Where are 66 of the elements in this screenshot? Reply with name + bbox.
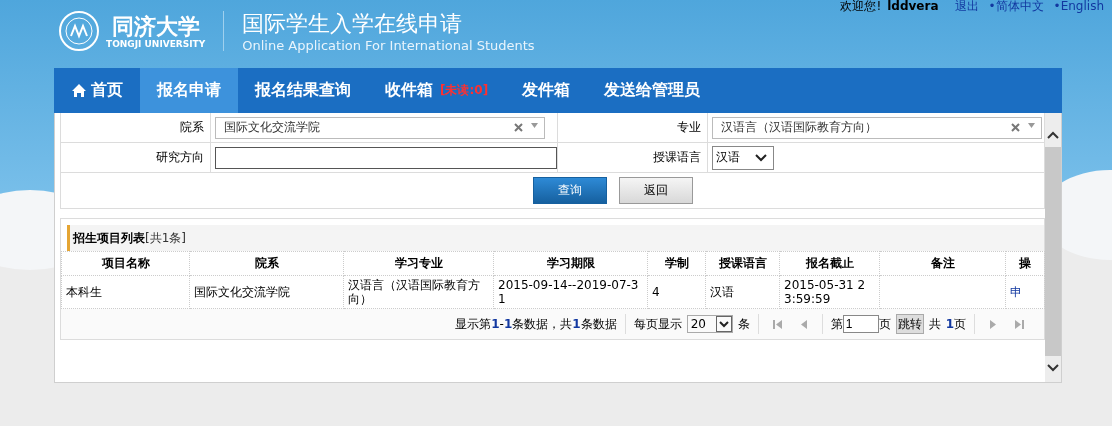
unread-count: [未读:0] — [440, 82, 489, 99]
column-header: 项目名称 — [61, 251, 190, 276]
table-cell: 2015-09-14--2019-07-31 — [493, 275, 648, 309]
nav-tab[interactable]: 收件箱 [未读:0] — [368, 68, 506, 113]
scroll-up-icon[interactable] — [1047, 131, 1059, 139]
chevron-down-icon[interactable] — [755, 153, 767, 162]
scrollbar[interactable] — [1045, 113, 1061, 382]
table-cell: 汉语言（汉语国际教育方向） — [343, 275, 494, 309]
table-cell: 国际文化交流学院 — [189, 275, 344, 309]
list-count: [共1条] — [145, 229, 186, 247]
column-header: 学习专业 — [343, 251, 494, 276]
column-header: 报名截止 — [779, 251, 880, 276]
field-label: 专业 — [558, 113, 708, 142]
nav-tab[interactable]: 发件箱 — [505, 68, 588, 113]
page-suffix: 页 — [878, 315, 891, 333]
department-select[interactable]: 国际文化交流学院 — [215, 116, 545, 139]
search-button[interactable]: 查询 — [532, 177, 607, 204]
university-emblem-icon — [58, 10, 100, 52]
chevron-down-icon[interactable] — [718, 320, 729, 328]
total-prefix: 共 — [928, 315, 941, 333]
column-header: 授课语言 — [705, 251, 780, 276]
per-page-unit: 条 — [737, 315, 750, 333]
field-label: 研究方向 — [61, 143, 211, 172]
table-cell: 本科生 — [61, 275, 190, 309]
nav-tab[interactable]: 发送给管理员 — [587, 68, 718, 113]
university-name: 同济大学 — [111, 13, 200, 39]
major-select[interactable]: 汉语言（汉语国际教育方向） — [712, 116, 1042, 139]
clear-icon[interactable] — [514, 123, 523, 132]
header-link[interactable]: 退出 — [954, 0, 979, 13]
column-header: 学制 — [647, 251, 706, 276]
page-prefix: 第 — [830, 315, 843, 333]
site-title: 国际学生入学在线申请 — [242, 9, 464, 38]
jump-button[interactable]: 跳转 — [895, 314, 924, 334]
column-header: 院系 — [189, 251, 344, 276]
language-select[interactable]: 汉语 — [712, 145, 774, 170]
per-page-label: 每页显示 — [633, 315, 682, 333]
back-button[interactable]: 返回 — [618, 177, 693, 204]
scroll-down-icon[interactable] — [1047, 364, 1059, 372]
table-cell: 汉语 — [705, 275, 780, 309]
pager-summary: 显示第1-1条数据，共1条数据 — [455, 315, 617, 333]
field-label: 授课语言 — [558, 143, 708, 172]
table-cell: 4 — [647, 275, 706, 309]
apply-link[interactable]: 申 — [1010, 285, 1022, 299]
dropdown-icon[interactable] — [1028, 123, 1035, 128]
clear-icon[interactable] — [1011, 123, 1020, 132]
nav-tab[interactable]: 报名申请 — [140, 68, 238, 113]
welcome-text: 欢迎您! — [840, 0, 882, 13]
header-link[interactable]: •简体中文 — [988, 0, 1044, 13]
list-title: 招生项目列表 — [72, 229, 145, 247]
username: lddvera — [887, 0, 939, 13]
university-name-english: TONGJI UNIVERSITY — [106, 39, 206, 49]
field-label: 院系 — [61, 113, 211, 142]
home-icon — [71, 83, 87, 98]
site-subtitle: Online Application For International Students — [242, 37, 535, 53]
total-pages: 1页 — [945, 315, 966, 333]
nav-tab[interactable]: 首页 — [54, 68, 140, 113]
header-link[interactable]: •English — [1053, 0, 1104, 13]
page-number-field[interactable]: 1 — [842, 315, 879, 333]
per-page-select[interactable]: 20 — [686, 315, 733, 333]
column-header: 操 — [1005, 251, 1045, 276]
dropdown-icon[interactable] — [531, 123, 538, 128]
table-cell: 2015-05-31 23:59:59 — [779, 275, 880, 309]
nav-tab[interactable]: 报名结果查询 — [238, 68, 368, 113]
column-header: 学习期限 — [493, 251, 648, 276]
column-header: 备注 — [879, 251, 1006, 276]
research-direction-field[interactable] — [215, 146, 557, 169]
